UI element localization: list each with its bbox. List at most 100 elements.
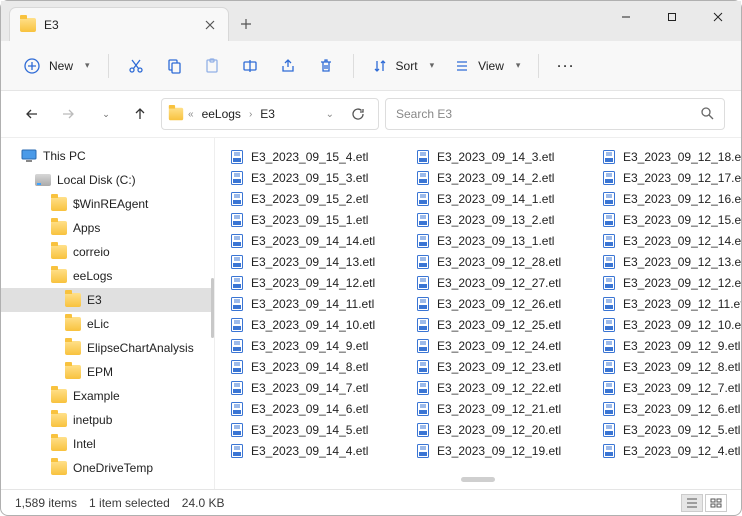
file-item[interactable]: E3_2023_09_14_4.etl — [229, 440, 389, 461]
file-item[interactable]: E3_2023_09_12_18.etl — [601, 146, 741, 167]
refresh-button[interactable] — [344, 107, 372, 121]
file-item[interactable]: E3_2023_09_12_10.etl — [601, 314, 741, 335]
new-label: New — [49, 59, 73, 73]
file-item[interactable]: E3_2023_09_14_3.etl — [415, 146, 575, 167]
file-item[interactable]: E3_2023_09_12_23.etl — [415, 356, 575, 377]
file-item[interactable]: E3_2023_09_12_8.etl — [601, 356, 741, 377]
file-item[interactable]: E3_2023_09_14_7.etl — [229, 377, 389, 398]
file-item[interactable]: E3_2023_09_12_4.etl — [601, 440, 741, 461]
file-item[interactable]: E3_2023_09_15_3.etl — [229, 167, 389, 188]
tree-item[interactable]: This PC — [1, 144, 214, 168]
file-item[interactable]: E3_2023_09_12_26.etl — [415, 293, 575, 314]
tree-item[interactable]: Local Disk (C:) — [1, 168, 214, 192]
recent-button[interactable]: ⌄ — [89, 99, 119, 129]
sort-button[interactable]: Sort ▾ — [364, 49, 443, 83]
share-button[interactable] — [271, 49, 305, 83]
file-name: E3_2023_09_14_4.etl — [251, 444, 368, 458]
file-item[interactable]: E3_2023_09_14_14.etl — [229, 230, 389, 251]
file-item[interactable]: E3_2023_09_15_4.etl — [229, 146, 389, 167]
file-item[interactable]: E3_2023_09_15_2.etl — [229, 188, 389, 209]
file-item[interactable]: E3_2023_09_12_15.etl — [601, 209, 741, 230]
delete-button[interactable] — [309, 49, 343, 83]
file-item[interactable]: E3_2023_09_12_6.etl — [601, 398, 741, 419]
rename-button[interactable] — [233, 49, 267, 83]
copy-button[interactable] — [157, 49, 191, 83]
file-item[interactable]: E3_2023_09_15_1.etl — [229, 209, 389, 230]
file-item[interactable]: E3_2023_09_12_14.etl — [601, 230, 741, 251]
file-item[interactable]: E3_2023_09_12_17.etl — [601, 167, 741, 188]
file-item[interactable]: E3_2023_09_13_2.etl — [415, 209, 575, 230]
file-name: E3_2023_09_13_1.etl — [437, 234, 554, 248]
window-tab[interactable]: E3 — [9, 7, 229, 41]
maximize-button[interactable] — [649, 1, 695, 33]
file-item[interactable]: E3_2023_09_12_9.etl — [601, 335, 741, 356]
tree-item[interactable]: OneDriveTemp — [1, 456, 214, 480]
folder-icon — [65, 317, 81, 331]
tab-close-button[interactable] — [202, 17, 218, 33]
tree-item[interactable]: Intel — [1, 432, 214, 456]
paste-button[interactable] — [195, 49, 229, 83]
tree-item[interactable]: eeLogs — [1, 264, 214, 288]
file-item[interactable]: E3_2023_09_12_19.etl — [415, 440, 575, 461]
file-item[interactable]: E3_2023_09_12_25.etl — [415, 314, 575, 335]
search-input[interactable] — [396, 107, 700, 121]
tree-item-label: eLic — [87, 317, 109, 331]
new-tab-button[interactable] — [229, 7, 263, 41]
content-pane[interactable]: E3_2023_09_15_4.etlE3_2023_09_15_3.etlE3… — [215, 138, 741, 489]
search-icon[interactable] — [700, 106, 714, 123]
tree-item[interactable]: ElipseChartAnalysis — [1, 336, 214, 360]
up-button[interactable] — [125, 99, 155, 129]
file-item[interactable]: E3_2023_09_14_5.etl — [229, 419, 389, 440]
tree-item[interactable]: E3 — [1, 288, 214, 312]
tree-item[interactable]: Apps — [1, 216, 214, 240]
file-item[interactable]: E3_2023_09_14_2.etl — [415, 167, 575, 188]
file-item[interactable]: E3_2023_09_12_28.etl — [415, 251, 575, 272]
large-icons-view-button[interactable] — [705, 494, 727, 512]
file-item[interactable]: E3_2023_09_14_9.etl — [229, 335, 389, 356]
new-button[interactable]: New ▾ — [15, 49, 98, 83]
file-name: E3_2023_09_12_17.etl — [623, 171, 741, 185]
etl-file-icon — [229, 212, 245, 228]
file-item[interactable]: E3_2023_09_12_16.etl — [601, 188, 741, 209]
breadcrumb[interactable]: « eeLogs › E3 ⌄ — [161, 98, 379, 130]
breadcrumb-seg-e3[interactable]: E3 — [256, 105, 279, 123]
more-button[interactable]: ··· — [549, 49, 583, 83]
search-box[interactable] — [385, 98, 725, 130]
file-item[interactable]: E3_2023_09_12_5.etl — [601, 419, 741, 440]
file-item[interactable]: E3_2023_09_14_13.etl — [229, 251, 389, 272]
chevron-down-icon[interactable]: ⌄ — [320, 109, 340, 120]
tree-item[interactable]: inetpub — [1, 408, 214, 432]
breadcrumb-seg-eelogs[interactable]: eeLogs — [198, 105, 245, 123]
horizontal-scrollbar[interactable] — [215, 477, 741, 487]
tree-item[interactable]: Example — [1, 384, 214, 408]
file-item[interactable]: E3_2023_09_13_1.etl — [415, 230, 575, 251]
file-item[interactable]: E3_2023_09_12_27.etl — [415, 272, 575, 293]
file-item[interactable]: E3_2023_09_14_12.etl — [229, 272, 389, 293]
file-item[interactable]: E3_2023_09_12_22.etl — [415, 377, 575, 398]
file-item[interactable]: E3_2023_09_12_12.etl — [601, 272, 741, 293]
view-button[interactable]: View ▾ — [446, 49, 528, 83]
cut-button[interactable] — [119, 49, 153, 83]
close-button[interactable] — [695, 1, 741, 33]
file-name: E3_2023_09_12_5.etl — [623, 423, 740, 437]
file-item[interactable]: E3_2023_09_14_10.etl — [229, 314, 389, 335]
tree-item[interactable]: $WinREAgent — [1, 192, 214, 216]
details-view-button[interactable] — [681, 494, 703, 512]
file-item[interactable]: E3_2023_09_14_1.etl — [415, 188, 575, 209]
file-item[interactable]: E3_2023_09_14_11.etl — [229, 293, 389, 314]
file-item[interactable]: E3_2023_09_12_7.etl — [601, 377, 741, 398]
file-item[interactable]: E3_2023_09_12_13.etl — [601, 251, 741, 272]
file-item[interactable]: E3_2023_09_12_11.etl — [601, 293, 741, 314]
file-item[interactable]: E3_2023_09_12_24.etl — [415, 335, 575, 356]
tree-item[interactable]: correio — [1, 240, 214, 264]
back-button[interactable] — [17, 99, 47, 129]
forward-button[interactable] — [53, 99, 83, 129]
file-item[interactable]: E3_2023_09_12_21.etl — [415, 398, 575, 419]
file-item[interactable]: E3_2023_09_14_8.etl — [229, 356, 389, 377]
tree-item[interactable]: EPM — [1, 360, 214, 384]
file-item[interactable]: E3_2023_09_14_6.etl — [229, 398, 389, 419]
minimize-button[interactable] — [603, 1, 649, 33]
file-item[interactable]: E3_2023_09_12_20.etl — [415, 419, 575, 440]
navigation-pane[interactable]: This PCLocal Disk (C:)$WinREAgentAppscor… — [1, 138, 215, 489]
tree-item[interactable]: eLic — [1, 312, 214, 336]
